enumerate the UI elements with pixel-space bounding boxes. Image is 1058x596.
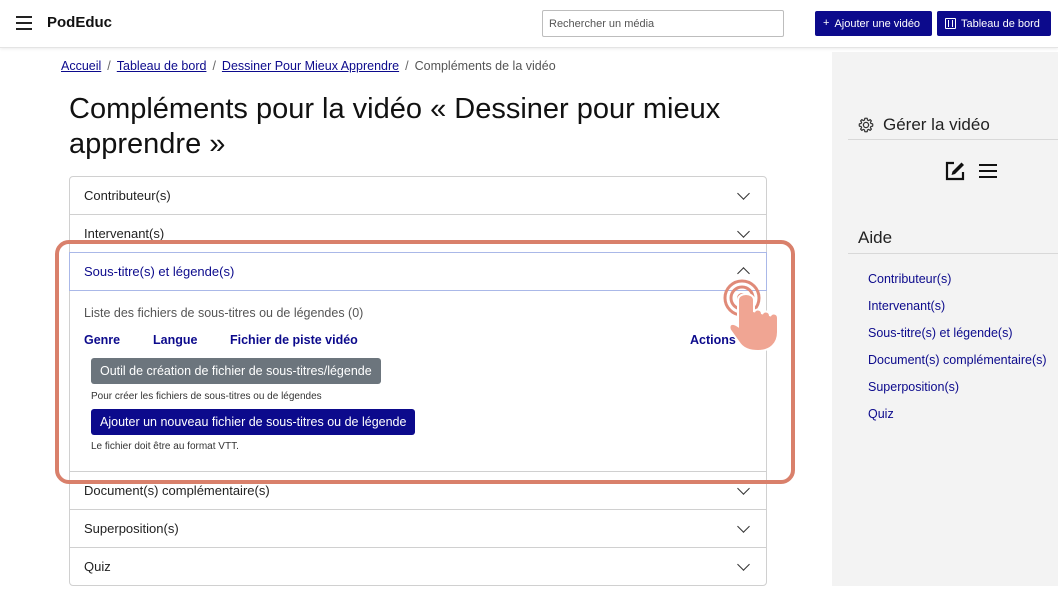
breadcrumb-video[interactable]: Dessiner Pour Mieux Apprendre [222,59,399,73]
divider [848,139,1058,140]
complements-accordion: Contributeur(s) Intervenant(s) Sous-titr… [69,176,767,586]
chevron-down-icon [737,558,750,571]
accordion-overlay: Superposition(s) [70,510,766,548]
accordion-header-speakers[interactable]: Intervenant(s) [70,215,766,252]
right-sidebar: Gérer la vidéo Aide Contributeur(s) Inte… [832,52,1058,586]
accordion-subtitles: Sous-titre(s) et légende(s) Liste des fi… [69,252,767,472]
subtitles-list-label: Liste des fichiers de sous-titres ou de … [84,306,364,320]
help-link-overlay[interactable]: Superposition(s) [868,380,1047,407]
breadcrumb-home[interactable]: Accueil [61,59,101,73]
list-icon[interactable] [979,163,997,179]
add-video-label: Ajouter une vidéo [834,17,921,30]
subtitles-table-header: Genre Langue Fichier de piste vidéo Acti… [84,333,752,353]
film-icon [945,18,956,29]
page-title: Compléments pour la vidéo « Dessiner pou… [69,93,721,160]
chevron-down-icon [737,520,750,533]
accordion-header-contributors[interactable]: Contributeur(s) [70,177,766,214]
breadcrumb-dashboard[interactable]: Tableau de bord [117,59,207,73]
accordion-label: Contributeur(s) [84,188,171,203]
dashboard-label: Tableau de bord [961,17,1040,30]
accordion-documents: Document(s) complémentaire(s) [70,472,766,510]
breadcrumb-separator: / [107,59,111,73]
manage-icons [944,160,997,182]
help-links: Contributeur(s) Intervenant(s) Sous-titr… [868,272,1047,434]
help-link-contributors[interactable]: Contributeur(s) [868,272,1047,299]
chevron-down-icon [737,482,750,495]
accordion-label: Sous-titre(s) et légende(s) [84,264,235,279]
divider [848,253,1058,254]
top-navbar: PodEduc + Ajouter une vidéo Tableau de b… [0,0,1058,48]
accordion-header-subtitles[interactable]: Sous-titre(s) et légende(s) [69,252,767,291]
accordion-header-overlay[interactable]: Superposition(s) [70,510,766,547]
accordion-contributors: Contributeur(s) [70,177,766,215]
breadcrumb-current: Compléments de la vidéo [414,59,556,73]
help-link-documents[interactable]: Document(s) complémentaire(s) [868,353,1047,380]
edit-icon[interactable] [944,160,966,182]
add-subtitle-button[interactable]: Ajouter un nouveau fichier de sous-titre… [91,409,416,435]
chevron-down-icon [737,225,750,238]
accordion-header-quiz[interactable]: Quiz [70,548,766,585]
menu-icon[interactable] [16,16,32,30]
accordion-label: Quiz [84,559,111,574]
subtitle-tool-button[interactable]: Outil de création de fichier de sous-tit… [91,358,381,384]
help-link-subtitles[interactable]: Sous-titre(s) et légende(s) [868,326,1047,353]
accordion-label: Superposition(s) [84,521,179,536]
accordion-label: Intervenant(s) [84,226,165,241]
chevron-down-icon [737,187,750,200]
gear-icon [858,117,874,133]
manage-video-label: Gérer la vidéo [883,115,990,134]
help-link-speakers[interactable]: Intervenant(s) [868,299,1047,326]
tap-hand-icon [723,279,779,352]
add-video-button[interactable]: + Ajouter une vidéo [815,11,932,36]
accordion-speakers: Intervenant(s) [70,215,766,253]
column-language: Langue [153,333,198,347]
subtitle-tool-hint: Pour créer les fichiers de sous-titres o… [91,391,322,402]
dashboard-button[interactable]: Tableau de bord [937,11,1051,36]
brand-logo[interactable]: PodEduc [47,14,112,31]
accordion-quiz: Quiz [70,548,766,585]
accordion-header-documents[interactable]: Document(s) complémentaire(s) [70,472,766,509]
accordion-label: Document(s) complémentaire(s) [84,483,270,498]
breadcrumb: Accueil / Tableau de bord / Dessiner Pou… [61,59,556,73]
manage-video-title: Gérer la vidéo [858,115,990,135]
breadcrumb-separator: / [212,59,216,73]
column-file: Fichier de piste vidéo [230,333,358,347]
search-input[interactable] [542,10,784,37]
plus-icon: + [823,17,830,29]
help-title: Aide [858,228,893,247]
add-subtitle-hint: Le fichier doit être au format VTT. [91,441,239,452]
subtitles-panel: Liste des fichiers de sous-titres ou de … [70,290,766,471]
help-link-quiz[interactable]: Quiz [868,407,1047,434]
column-genre: Genre [84,333,121,347]
breadcrumb-separator: / [405,59,409,73]
